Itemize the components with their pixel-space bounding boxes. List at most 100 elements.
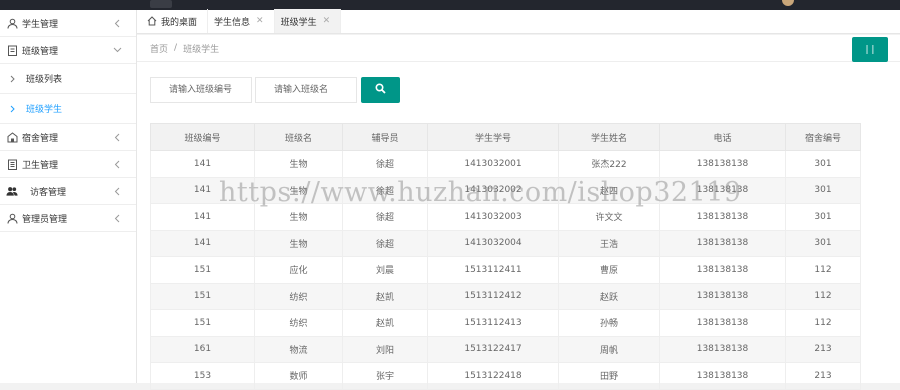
tab-desktop[interactable]: 我的桌面	[141, 9, 209, 33]
sidebar-item-visitors[interactable]: 访客管理	[0, 178, 136, 205]
table-row[interactable]: 161 物流 刘阳 1513122417 周帆 138138138 213	[150, 335, 861, 363]
tab-student-info[interactable]: 学生信息 ✕	[208, 9, 275, 33]
table-cell: 141	[150, 176, 255, 204]
table-cell: 213	[785, 362, 861, 390]
table-cell: 1413032003	[427, 203, 559, 231]
main-area: 我的桌面 学生信息 ✕ 班级学生 ✕ 首页 / 班级学生 | | 请输入班级编号…	[137, 9, 900, 390]
breadcrumb-home[interactable]: 首页	[150, 42, 168, 55]
table-cell: 301	[785, 176, 861, 204]
class-name-input[interactable]	[255, 77, 357, 103]
table-row[interactable]: 151 应化 刘晨 1513112411 曹原 138138138 112	[150, 256, 861, 284]
table-cell: 生物	[254, 150, 343, 178]
sidebar-subitem-label: 班级列表	[26, 75, 63, 85]
home-icon	[147, 16, 157, 26]
top-header	[0, 0, 900, 10]
clipboard-icon	[6, 44, 18, 56]
sidebar-item-label: 卫生管理	[22, 160, 59, 171]
content-panel: 首页 / 班级学生 | | 班级编号 班级名 辅	[137, 35, 900, 390]
sidebar-item-hygiene[interactable]: 卫生管理	[0, 151, 136, 178]
search-button[interactable]	[361, 77, 400, 103]
table-cell: 138138138	[659, 362, 786, 390]
users-icon	[6, 185, 18, 197]
tab-class-students[interactable]: 班级学生 ✕	[274, 9, 342, 33]
user-icon	[6, 17, 18, 29]
table-cell: 赵四	[558, 176, 660, 204]
table-cell: 赵跃	[558, 282, 660, 310]
refresh-button[interactable]: | |	[852, 37, 888, 62]
table-row[interactable]: 141 生物 徐超 1413032004 王浩 138138138 301	[150, 229, 861, 257]
sidebar-item-label: 访客管理	[30, 187, 67, 198]
table-cell: 赵凯	[342, 309, 428, 337]
table-cell: 141	[150, 203, 255, 231]
sidebar-subitem-class-list[interactable]: 班级列表	[0, 64, 136, 94]
table-cell: 138138138	[659, 335, 786, 363]
chevron-down-icon	[112, 44, 122, 56]
table-cell: 1413032002	[427, 176, 559, 204]
table-cell: 138138138	[659, 176, 786, 204]
chevron-left-icon	[112, 212, 122, 224]
admin-icon	[6, 212, 18, 224]
refresh-icon: | |	[865, 44, 875, 55]
table-cell: 138138138	[659, 282, 786, 310]
tab-label: 学生信息	[214, 17, 251, 28]
table-cell: 1513112413	[427, 309, 559, 337]
header-menu-toggle[interactable]	[150, 0, 172, 8]
avatar[interactable]	[782, 0, 794, 6]
column-header: 班级名	[254, 123, 343, 151]
column-header: 学生学号	[427, 123, 559, 151]
table-cell: 徐超	[342, 203, 428, 231]
chevron-left-icon	[112, 185, 122, 197]
table-row[interactable]: 151 纺织 赵凯 1513112413 孙畅 138138138 112	[150, 309, 861, 337]
table-row[interactable]: 141 生物 徐超 1413032001 张杰222 138138138 301	[150, 150, 861, 178]
table-cell: 138138138	[659, 150, 786, 178]
table-cell: 112	[785, 256, 861, 284]
table-row[interactable]: 141 生物 徐超 1413032002 赵四 138138138 301	[150, 176, 861, 204]
table-cell: 112	[785, 309, 861, 337]
table-cell: 1513122418	[427, 362, 559, 390]
table-cell: 徐超	[342, 176, 428, 204]
table-cell: 138138138	[659, 203, 786, 231]
close-icon[interactable]: ✕	[323, 16, 331, 26]
list-icon	[6, 158, 18, 170]
breadcrumb-current: 班级学生	[183, 44, 220, 55]
table-cell: 王浩	[558, 229, 660, 257]
column-header: 电话	[659, 123, 786, 151]
sidebar-item-dorms[interactable]: 宿舍管理	[0, 124, 136, 151]
table-cell: 生物	[254, 203, 343, 231]
table-cell: 141	[150, 229, 255, 257]
table-cell: 生物	[254, 176, 343, 204]
sidebar: 学生管理 班级管理 班级列表 班级学生 宿舍管理 卫生管理 访客管理 管理员管理	[0, 10, 137, 383]
table-row[interactable]: 141 生物 徐超 1413032003 许文文 138138138 301	[150, 203, 861, 231]
table-cell: 许文文	[558, 203, 660, 231]
table-row[interactable]: 153 数师 张宇 1513122418 田野 138138138 213	[150, 362, 861, 390]
table-body: 141 生物 徐超 1413032001 张杰222 138138138 301 141 生物徐…	[150, 150, 861, 390]
table-cell: 徐超	[342, 150, 428, 178]
class-number-input[interactable]	[150, 77, 252, 103]
table-cell: 曹原	[558, 256, 660, 284]
table-cell: 孙畅	[558, 309, 660, 337]
search-form	[150, 77, 400, 103]
sidebar-item-students[interactable]: 学生管理	[0, 10, 136, 37]
building-icon	[6, 131, 18, 143]
sidebar-item-label: 管理员管理	[22, 214, 68, 225]
table-cell: 138138138	[659, 256, 786, 284]
table-cell: 1413032001	[427, 150, 559, 178]
sidebar-item-classes[interactable]: 班级管理	[0, 37, 136, 64]
table-row[interactable]: 151 纺织 赵凯 1513112412 赵跃 138138138 112	[150, 282, 861, 310]
table-cell: 刘阳	[342, 335, 428, 363]
table-cell: 301	[785, 150, 861, 178]
table-cell: 赵凯	[342, 282, 428, 310]
close-icon[interactable]: ✕	[256, 16, 264, 26]
table-cell: 151	[150, 256, 255, 284]
table-cell: 112	[785, 282, 861, 310]
table-cell: 物流	[254, 335, 343, 363]
table-cell: 161	[150, 335, 255, 363]
chevron-right-icon	[10, 75, 20, 83]
table-cell: 田野	[558, 362, 660, 390]
table-cell: 数师	[254, 362, 343, 390]
sidebar-subitem-class-students[interactable]: 班级学生	[0, 94, 136, 124]
table-cell: 213	[785, 335, 861, 363]
table-cell: 刘晨	[342, 256, 428, 284]
sidebar-item-admins[interactable]: 管理员管理	[0, 205, 136, 232]
table-cell: 1513112411	[427, 256, 559, 284]
